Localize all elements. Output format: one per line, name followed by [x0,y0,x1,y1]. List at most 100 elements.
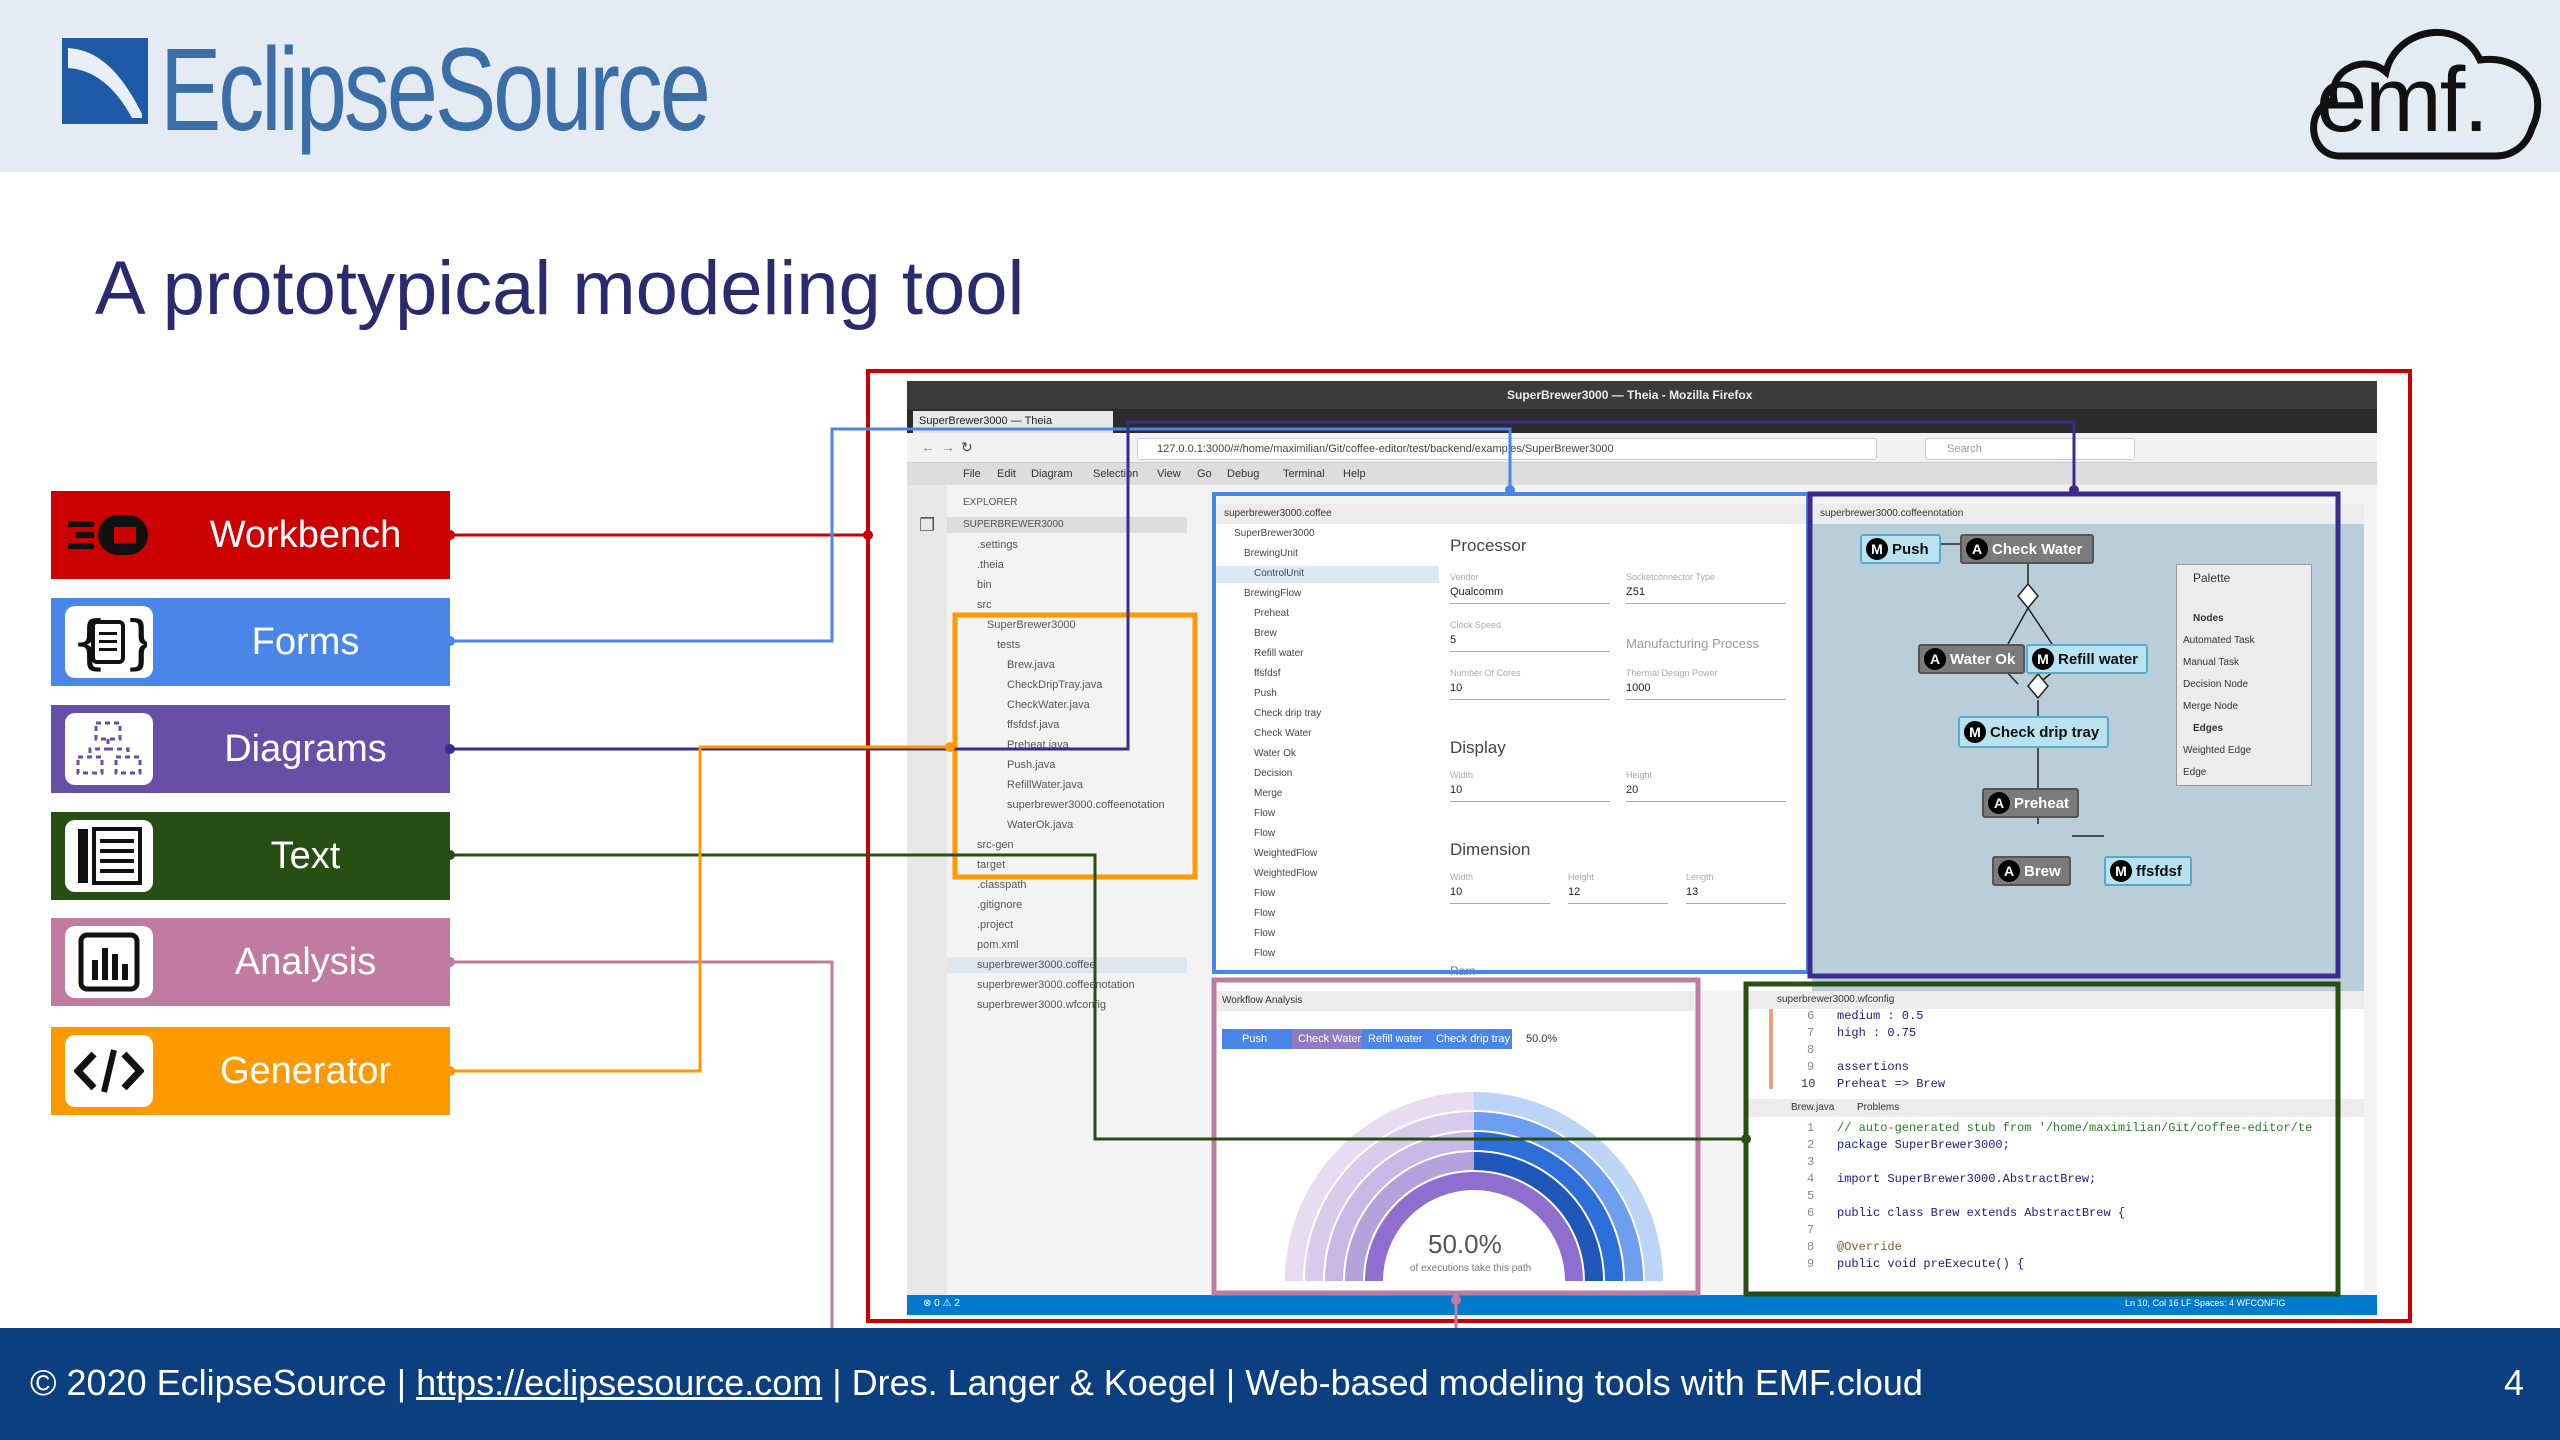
display-width-field[interactable]: 10 [1450,784,1610,802]
coffee-tree-item[interactable]: Flow [1254,888,1275,899]
menu-help[interactable]: Help [1343,468,1366,480]
manufacturing-select[interactable]: Manufacturing Process [1626,636,1759,651]
menu-selection[interactable]: Selection [1093,468,1138,480]
tree-item[interactable]: Preheat.java [1007,739,1069,751]
menu-diagram[interactable]: Diagram [1031,468,1073,480]
tree-item[interactable]: src [977,599,992,611]
tdp-field[interactable]: 1000 [1626,682,1786,700]
socket-select[interactable]: Z51 [1626,586,1786,604]
diagram-node-brew[interactable]: A Brew [1992,856,2071,886]
tree-item[interactable]: Brew.java [1007,659,1055,671]
tree-item[interactable]: src-gen [977,839,1014,851]
menu-edit[interactable]: Edit [997,468,1016,480]
analysis-step[interactable]: Push [1242,1033,1267,1045]
palette-item[interactable]: Merge Node [2183,701,2238,712]
dim-width-field[interactable]: 10 [1450,886,1550,904]
diagram-node-check-drip-tray[interactable]: M Check drip tray [1958,716,2110,748]
coffee-tree-item[interactable]: Flow [1254,808,1275,819]
analysis-button[interactable]: Analysis [51,918,450,1006]
coffee-tree-item[interactable]: Flow [1254,828,1275,839]
menu-file[interactable]: File [963,468,981,480]
coffee-tree-item[interactable]: WeightedFlow [1254,868,1317,879]
tree-item[interactable]: superbrewer3000.wfconfig [977,999,1106,1011]
menu-go[interactable]: Go [1197,468,1212,480]
forward-icon[interactable]: → [941,439,955,455]
analysis-step[interactable]: Check drip tray [1436,1033,1510,1045]
tree-item[interactable]: .gitignore [977,899,1022,911]
coffee-tree-item[interactable]: Check Water [1254,728,1311,739]
length-field[interactable]: 13 [1686,886,1786,904]
tree-item[interactable]: .theia [977,559,1004,571]
tree-item[interactable]: CheckWater.java [1007,699,1090,711]
wfconfig-tab[interactable]: superbrewer3000.wfconfig [1777,994,1894,1005]
tree-item[interactable]: .settings [977,539,1018,551]
coffee-tree-item[interactable]: Push [1254,688,1277,699]
diagram-node-push[interactable]: M Push [1860,534,1941,564]
menu-debug[interactable]: Debug [1227,468,1259,480]
palette-item[interactable]: Automated Task [2183,635,2255,646]
diagrams-button[interactable]: Diagrams [51,705,450,793]
tree-item[interactable]: bin [977,579,992,591]
menu-view[interactable]: View [1157,468,1181,480]
coffee-tree-item[interactable]: Flow [1254,928,1275,939]
diagram-node-preheat[interactable]: A Preheat [1982,788,2080,818]
generator-button[interactable]: Generator [51,1027,450,1115]
diagram-node-water-ok[interactable]: A Water Ok [1918,644,2026,674]
coffee-tree-item[interactable]: Merge [1254,788,1282,799]
tree-item[interactable]: WaterOk.java [1007,819,1073,831]
coffee-tree-item[interactable]: ffsfdsf [1254,668,1281,679]
menu-terminal[interactable]: Terminal [1283,468,1325,480]
coffee-tree-item[interactable]: Water Ok [1254,748,1296,759]
forms-button[interactable]: {} Forms [51,598,450,686]
coffee-tree-item[interactable]: Check drip tray [1254,708,1321,719]
palette-item[interactable]: Edge [2183,767,2206,778]
problems-tab[interactable]: Problems [1857,1102,1899,1113]
diagram-tab[interactable]: superbrewer3000.coffeenotation [1820,508,1963,519]
analysis-tab[interactable]: Workflow Analysis [1222,995,1302,1006]
coffee-tree-item[interactable]: BrewingFlow [1244,588,1301,599]
reload-icon[interactable]: ↻ [961,439,973,456]
status-problems[interactable]: ⊗ 0 ⚠ 2 [923,1298,960,1309]
tree-item[interactable]: superbrewer3000.coffeenotation [1007,799,1165,811]
tree-item[interactable]: target [977,859,1005,871]
coffee-tree-item[interactable]: Brew [1254,628,1277,639]
diagram-node-check-water[interactable]: A Check Water [1960,534,2095,564]
coffee-tree-item[interactable]: BrewingUnit [1244,548,1298,559]
footer-link[interactable]: https://eclipsesource.com [416,1362,822,1403]
coffee-tree-item[interactable]: Flow [1254,908,1275,919]
coffee-tree-item[interactable]: Preheat [1254,608,1289,619]
coffee-tree-item[interactable]: ControlUnit [1254,568,1304,579]
tree-item[interactable]: .project [977,919,1013,931]
analysis-step[interactable]: Check Water [1298,1033,1361,1045]
coffee-tree-item[interactable]: WeightedFlow [1254,848,1317,859]
display-height-field[interactable]: 20 [1626,784,1786,802]
vendor-field[interactable]: Qualcomm [1450,586,1610,604]
java-tab[interactable]: Brew.java [1791,1102,1834,1113]
diagram-node-ffsfdsf[interactable]: Mffsfdsf [2104,856,2192,886]
coffee-tree-item[interactable]: Refill water [1254,648,1303,659]
files-icon[interactable]: ❐ [919,515,935,536]
palette-item[interactable]: Decision Node [2183,679,2248,690]
diagram-node-refill-water[interactable]: M Refill water [2026,644,2149,674]
cores-field[interactable]: 10 [1450,682,1610,700]
tree-item[interactable]: tests [997,639,1020,651]
tree-item[interactable]: RefillWater.java [1007,779,1083,791]
coffee-tree-item[interactable]: SuperBrewer3000 [1234,528,1315,539]
tree-item[interactable]: CheckDripTray.java [1007,679,1102,691]
tree-item[interactable]: pom.xml [977,939,1019,951]
analysis-step[interactable]: Refill water [1368,1033,1422,1045]
tree-item[interactable]: Push.java [1007,759,1055,771]
palette-item[interactable]: Weighted Edge [2183,745,2251,756]
dim-height-field[interactable]: 12 [1568,886,1668,904]
tree-item[interactable]: superbrewer3000.coffee [977,959,1095,971]
tree-item[interactable]: superbrewer3000.coffeenotation [977,979,1135,991]
back-icon[interactable]: ← [921,439,935,455]
coffee-editor-tab[interactable]: superbrewer3000.coffee [1224,508,1332,519]
tree-item[interactable]: .classpath [977,879,1027,891]
tree-item[interactable]: SuperBrewer3000 [987,619,1076,631]
clock-field[interactable]: 5 [1450,634,1610,652]
workbench-button[interactable]: Workbench [51,491,450,579]
tree-item[interactable]: ffsfdsf.java [1007,719,1059,731]
text-button[interactable]: Text [51,812,450,900]
coffee-tree-item[interactable]: Decision [1254,768,1292,779]
